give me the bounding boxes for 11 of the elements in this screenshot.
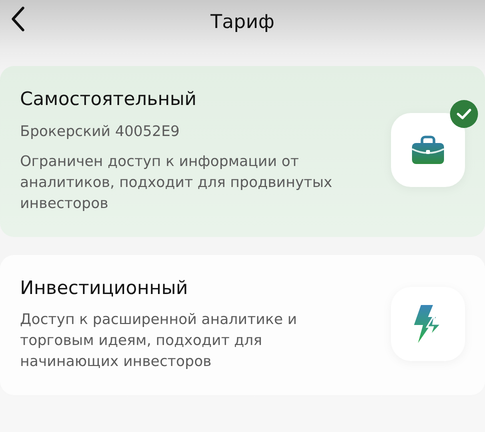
page-title: Тариф	[210, 12, 274, 32]
check-icon	[449, 99, 479, 130]
tariff-description: Доступ к расширенной аналитике и торговым идеям, подходит для начинающих инвесторов	[20, 311, 298, 372]
tariff-card[interactable]: Самостоятельный Брокерский 40052E9 Ограничен доступ к информации от аналитиков, подходит для продвинутых инвесторов	[0, 66, 485, 237]
tariff-description: Ограничен доступ к информации от аналитиков, подходит для продвинутых инвесторов	[20, 152, 334, 214]
briefcase-icon	[411, 135, 445, 166]
tariff-card[interactable]: Инвестиционный Доступ к расширенной аналитике и торговым идеям, подходит для начинающих инвесторов	[0, 254, 485, 396]
tariff-name: Инвестиционный	[20, 276, 189, 301]
back-icon	[10, 6, 26, 32]
tariff-name: Самостоятельный	[20, 88, 198, 112]
account-name: Брокерский 40052E9	[20, 122, 181, 142]
